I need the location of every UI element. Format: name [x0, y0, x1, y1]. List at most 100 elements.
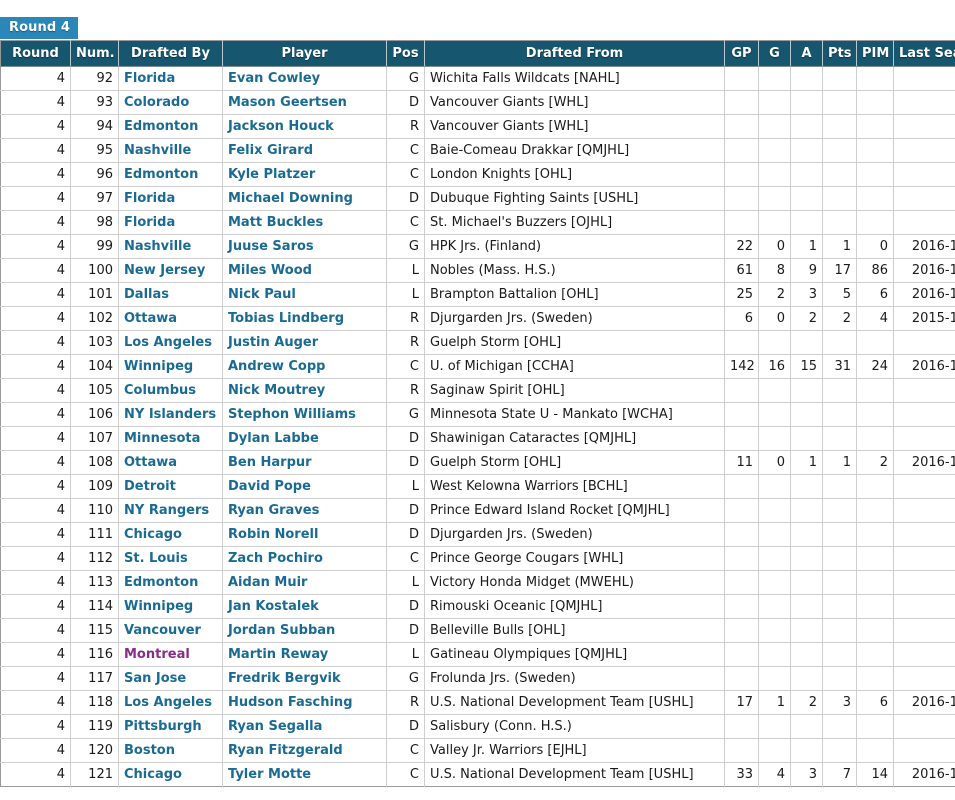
- cell-team: San Jose: [118, 666, 223, 691]
- team-link[interactable]: Colorado: [124, 95, 189, 110]
- player-link[interactable]: Robin Norell: [228, 527, 318, 542]
- column-header-pim[interactable]: PIM: [856, 40, 894, 67]
- team-link[interactable]: Nashville: [124, 143, 191, 158]
- cell-num: 95: [70, 138, 119, 163]
- cell-num: 110: [70, 498, 119, 523]
- team-link[interactable]: Ottawa: [124, 455, 177, 470]
- team-link[interactable]: Edmonton: [124, 575, 198, 590]
- player-link[interactable]: Stephon Williams: [228, 407, 356, 422]
- player-link[interactable]: Jackson Houck: [228, 119, 334, 134]
- player-link[interactable]: Matt Buckles: [228, 215, 323, 230]
- column-header-pts[interactable]: Pts: [822, 40, 857, 67]
- cell-team: Nashville: [118, 138, 223, 163]
- cell-a: [790, 522, 823, 547]
- cell-g: [758, 570, 791, 595]
- player-link[interactable]: Fredrik Bergvik: [228, 671, 341, 686]
- cell-gp: [724, 714, 759, 739]
- team-link[interactable]: NY Islanders: [124, 407, 216, 422]
- cell-team: Nashville: [118, 234, 223, 259]
- team-link[interactable]: St. Louis: [124, 551, 188, 566]
- player-link[interactable]: Michael Downing: [228, 191, 353, 206]
- team-link[interactable]: New Jersey: [124, 263, 205, 278]
- team-link[interactable]: Dallas: [124, 287, 169, 302]
- team-link[interactable]: Columbus: [124, 383, 196, 398]
- team-link[interactable]: Detroit: [124, 479, 176, 494]
- team-link[interactable]: Winnipeg: [124, 599, 193, 614]
- team-link[interactable]: San Jose: [124, 671, 186, 686]
- team-link[interactable]: NY Rangers: [124, 503, 209, 518]
- player-link[interactable]: Ryan Segalla: [228, 719, 322, 734]
- team-link[interactable]: Ottawa: [124, 311, 177, 326]
- column-header-team[interactable]: Drafted By: [118, 40, 223, 67]
- team-link[interactable]: Edmonton: [124, 167, 198, 182]
- cell-pim: [856, 330, 894, 355]
- team-link[interactable]: Pittsburgh: [124, 719, 202, 734]
- team-link[interactable]: Nashville: [124, 239, 191, 254]
- cell-g: 1: [758, 690, 791, 715]
- player-link[interactable]: Ben Harpur: [228, 455, 312, 470]
- player-link[interactable]: Hudson Fasching: [228, 695, 353, 710]
- cell-g: [758, 114, 791, 139]
- team-link[interactable]: Los Angeles: [124, 335, 212, 350]
- column-header-a[interactable]: A: [790, 40, 823, 67]
- player-link[interactable]: Nick Paul: [228, 287, 296, 302]
- round-tab-active[interactable]: Round 4: [0, 17, 79, 39]
- team-link[interactable]: Florida: [124, 191, 175, 206]
- player-link[interactable]: Felix Girard: [228, 143, 313, 158]
- player-link[interactable]: Martin Reway: [228, 647, 328, 662]
- column-header-season[interactable]: Last Season: [893, 40, 955, 67]
- player-link[interactable]: Evan Cowley: [228, 71, 320, 86]
- team-link[interactable]: Chicago: [124, 767, 182, 782]
- player-link[interactable]: Mason Geertsen: [228, 95, 347, 110]
- player-link[interactable]: Ryan Fitzgerald: [228, 743, 343, 758]
- team-link[interactable]: Boston: [124, 743, 175, 758]
- player-link[interactable]: Zach Pochiro: [228, 551, 323, 566]
- cell-a: [790, 714, 823, 739]
- player-link[interactable]: Aidan Muir: [228, 575, 307, 590]
- cell-num: 100: [70, 258, 119, 283]
- cell-gp: 33: [724, 762, 759, 787]
- player-link[interactable]: Andrew Copp: [228, 359, 325, 374]
- player-link[interactable]: Tyler Motte: [228, 767, 311, 782]
- player-link[interactable]: Dylan Labbe: [228, 431, 319, 446]
- column-header-pos[interactable]: Pos: [386, 40, 425, 67]
- team-link[interactable]: Edmonton: [124, 119, 198, 134]
- team-link[interactable]: Los Angeles: [124, 695, 212, 710]
- cell-season: 2015-16: [893, 306, 955, 331]
- cell-pts: [822, 570, 857, 595]
- team-link[interactable]: Florida: [124, 71, 175, 86]
- team-link[interactable]: Florida: [124, 215, 175, 230]
- cell-from: London Knights [OHL]: [424, 162, 725, 187]
- team-link[interactable]: Winnipeg: [124, 359, 193, 374]
- cell-num: 113: [70, 570, 119, 595]
- column-header-player[interactable]: Player: [222, 40, 387, 67]
- column-header-num[interactable]: Num.: [70, 40, 119, 67]
- cell-a: [790, 114, 823, 139]
- player-link[interactable]: Jordan Subban: [228, 623, 335, 638]
- cell-season: 2016-17: [893, 282, 955, 307]
- player-link[interactable]: Tobias Lindberg: [228, 311, 344, 326]
- team-link[interactable]: Vancouver: [124, 623, 201, 638]
- player-link[interactable]: Ryan Graves: [228, 503, 319, 518]
- player-link[interactable]: David Pope: [228, 479, 311, 494]
- player-link[interactable]: Justin Auger: [228, 335, 318, 350]
- cell-round: 4: [0, 378, 71, 403]
- player-link[interactable]: Juuse Saros: [228, 239, 314, 254]
- cell-team: Florida: [118, 66, 223, 91]
- cell-a: [790, 474, 823, 499]
- player-link[interactable]: Nick Moutrey: [228, 383, 325, 398]
- column-header-round[interactable]: Round: [0, 40, 71, 67]
- cell-team: Winnipeg: [118, 354, 223, 379]
- team-link[interactable]: Chicago: [124, 527, 182, 542]
- column-header-from[interactable]: Drafted From: [424, 40, 725, 67]
- team-link[interactable]: Montreal: [124, 647, 190, 662]
- player-link[interactable]: Miles Wood: [228, 263, 312, 278]
- team-link[interactable]: Minnesota: [124, 431, 200, 446]
- column-header-g[interactable]: G: [758, 40, 791, 67]
- cell-g: [758, 642, 791, 667]
- player-link[interactable]: Kyle Platzer: [228, 167, 315, 182]
- cell-num: 108: [70, 450, 119, 475]
- column-header-gp[interactable]: GP: [724, 40, 759, 67]
- player-link[interactable]: Jan Kostalek: [228, 599, 319, 614]
- cell-num: 119: [70, 714, 119, 739]
